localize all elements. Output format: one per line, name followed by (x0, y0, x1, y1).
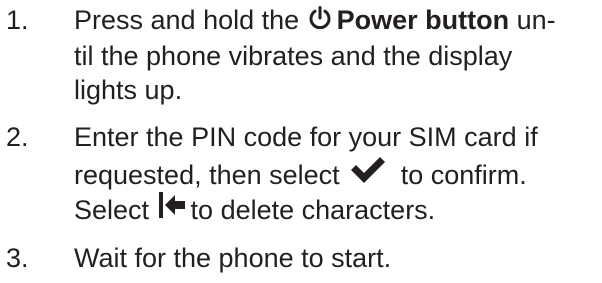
checkmark-icon (349, 155, 387, 193)
step-line: requested, then select to confirm. (74, 155, 600, 193)
step-text-segment: Select (74, 194, 157, 225)
step-number: 3. (6, 243, 29, 273)
step-text-segment: requested, then select (74, 160, 348, 190)
step-number: 1. (6, 5, 29, 35)
step-line: Press and hold the Power button un- (74, 3, 600, 39)
step-line: Enter the PIN code for your SIM card if (74, 120, 600, 154)
step-text-segment: lights up. (74, 74, 183, 105)
step-line: Wait for the phone to start. (74, 241, 600, 275)
backspace-icon (157, 190, 187, 228)
step-text: Enter the PIN code for your SIM card if … (74, 120, 600, 228)
step-text-segment: til the phone vibrates and the display (74, 40, 513, 71)
step-text-segment: Wait for the phone to start. (74, 243, 392, 273)
step-text-segment: Press and hold the (74, 5, 307, 35)
power-icon (307, 5, 333, 39)
step-line: Select to delete characters. (74, 190, 600, 228)
step-text-segment: to delete characters. (190, 194, 436, 225)
step-number: 2. (6, 122, 29, 152)
step-text: Wait for the phone to start. (74, 241, 600, 275)
step-text: Press and hold the Power button un- til … (74, 3, 600, 107)
step-line: til the phone vibrates and the display (74, 39, 600, 73)
power-button-label: Power button (336, 5, 510, 35)
step-text-segment: un- (509, 5, 556, 35)
step-line: lights up. (74, 73, 600, 107)
step-text-segment: Enter the PIN code for your SIM card if (74, 122, 538, 152)
step-text-segment: to confirm. (393, 160, 527, 190)
